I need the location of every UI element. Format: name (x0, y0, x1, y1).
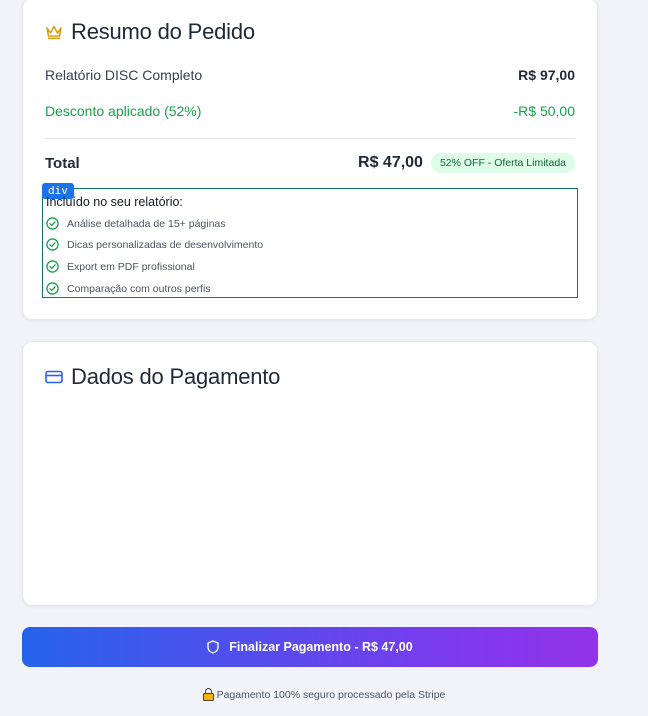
line-item-row: Relatório DISC Completo R$ 97,00 (45, 67, 575, 83)
lock-icon (202, 688, 214, 701)
feature-item: Análise detalhada de 15+ páginas (46, 217, 226, 230)
secure-payment-note: Pagamento 100% seguro processado pela St… (0, 688, 648, 701)
payment-details-card: Dados do Pagamento (22, 341, 598, 606)
feature-label: Comparação com outros perfis (67, 282, 211, 295)
crown-icon (45, 24, 63, 40)
shield-icon (207, 640, 219, 654)
feature-label: Export em PDF profissional (67, 260, 195, 273)
check-circle-icon (46, 217, 59, 230)
line-item-price: R$ 97,00 (518, 67, 575, 83)
feature-item: Comparação com outros perfis (46, 282, 211, 295)
divider (45, 138, 575, 139)
line-item-label: Relatório DISC Completo (45, 67, 203, 83)
payment-details-header: Dados do Pagamento (45, 364, 280, 390)
discount-value: -R$ 50,00 (513, 103, 575, 119)
order-summary-header: Resumo do Pedido (45, 19, 255, 45)
check-circle-icon (46, 282, 59, 295)
payment-details-title: Dados do Pagamento (71, 364, 281, 389)
included-title: Incluído no seu relatório: (46, 195, 183, 209)
discount-label: Desconto aplicado (52%) (45, 103, 202, 119)
feature-label: Dicas personalizadas de desenvolvimento (67, 238, 264, 251)
order-summary-title: Resumo do Pedido (71, 19, 255, 44)
offer-badge: 52% OFF - Oferta Limitada (430, 153, 575, 173)
discount-row: Desconto aplicado (52%) -R$ 50,00 (45, 103, 575, 119)
check-circle-icon (46, 238, 59, 251)
included-features-box: div Incluído no seu relatório: Análise d… (42, 183, 578, 298)
finalize-payment-button[interactable]: Finalizar Pagamento - R$ 47,00 (22, 627, 598, 667)
finalize-payment-label: Finalizar Pagamento - R$ 47,00 (229, 640, 413, 654)
feature-label: Análise detalhada de 15+ páginas (67, 217, 226, 230)
total-label: Total (45, 154, 80, 172)
credit-card-icon (45, 370, 63, 384)
order-summary-card: Resumo do Pedido Relatório DISC Completo… (22, 0, 598, 320)
secure-payment-text: Pagamento 100% seguro processado pela St… (216, 688, 446, 701)
total-value: R$ 47,00 (358, 154, 423, 171)
feature-item: Dicas personalizadas de desenvolvimento (46, 238, 263, 251)
check-circle-icon (46, 260, 59, 273)
total-row: Total R$ 47,00 52% OFF - Oferta Limitada (45, 153, 575, 173)
total-right: R$ 47,00 52% OFF - Oferta Limitada (358, 153, 575, 173)
feature-item: Export em PDF profissional (46, 260, 195, 273)
